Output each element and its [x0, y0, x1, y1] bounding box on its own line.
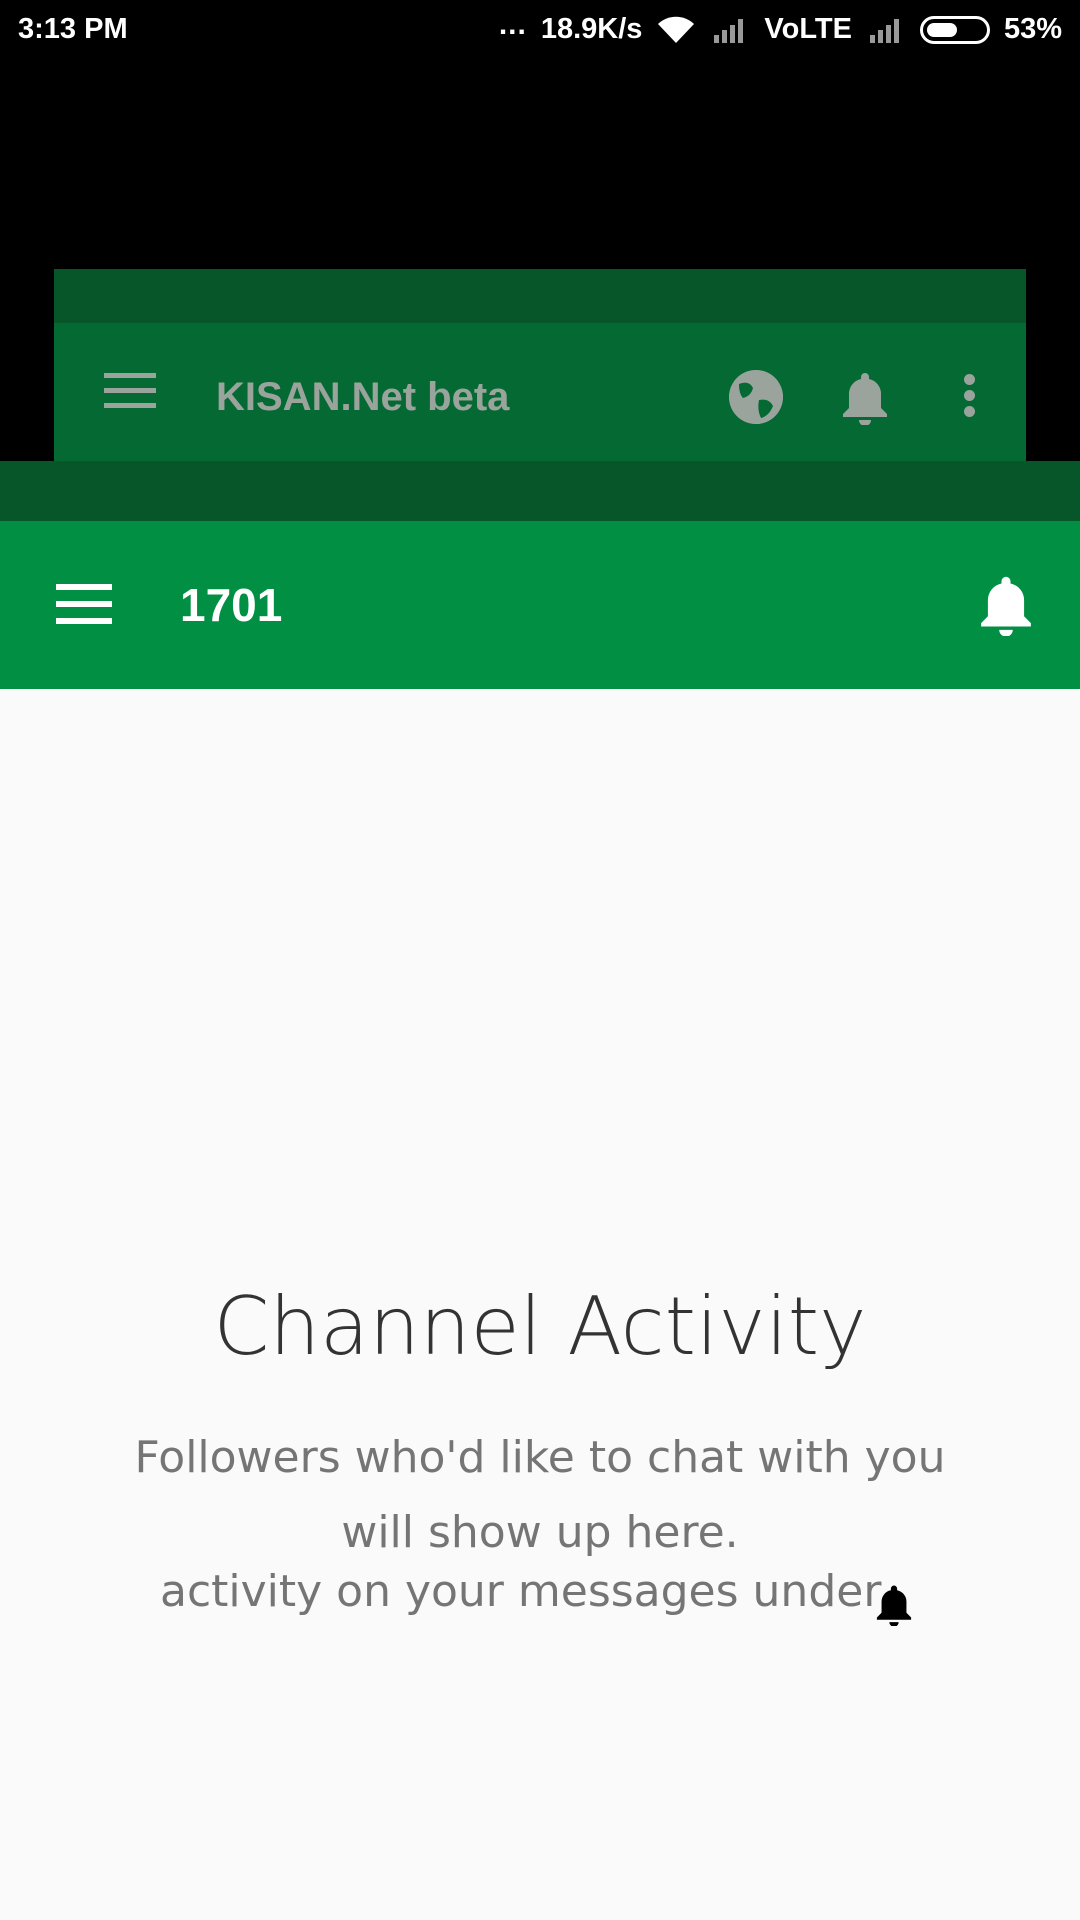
background-app-status	[54, 269, 1026, 323]
battery-icon	[919, 15, 990, 44]
empty-state-title: Channel Activity	[213, 1280, 867, 1373]
network-speed: 18.9K/s	[540, 13, 643, 45]
notifications-bell-icon[interactable]	[980, 574, 1032, 636]
background-app-title: KISAN.Net beta	[216, 375, 510, 419]
menu-icon[interactable]	[56, 584, 112, 624]
empty-state-line-2: will show up here.	[341, 1507, 739, 1558]
empty-state-line-3: activity on your messages under	[160, 1566, 882, 1617]
status-time: 3:13 PM	[18, 13, 128, 45]
empty-state-line-1: Followers who'd like to chat with you	[134, 1432, 946, 1483]
app-toolbar	[0, 521, 1080, 689]
background-app-toolbar[interactable]: KISAN.Net beta	[54, 323, 1026, 461]
more-notifications-icon: ...	[498, 7, 527, 41]
status-bar: 3:13 PM ... 18.9K/s VoLTE 53%	[0, 0, 1080, 60]
page-title: 1701	[180, 579, 283, 631]
signal-icon-2	[866, 17, 906, 43]
network-type: VoLTE	[764, 13, 852, 45]
app-status-strip	[0, 461, 1080, 521]
globe-icon	[729, 370, 783, 424]
battery-percent: 53%	[1003, 13, 1062, 45]
menu-icon	[104, 373, 156, 409]
bell-icon	[843, 373, 887, 425]
wifi-icon	[658, 16, 695, 43]
more-options-icon	[964, 374, 976, 418]
status-indicators: ... 18.9K/s VoLTE 53%	[485, 8, 1062, 46]
empty-state-text: Followers who'd like to chat with you wi…	[0, 1420, 1080, 1570]
bell-icon	[876, 1585, 912, 1626]
signal-icon	[710, 17, 750, 43]
